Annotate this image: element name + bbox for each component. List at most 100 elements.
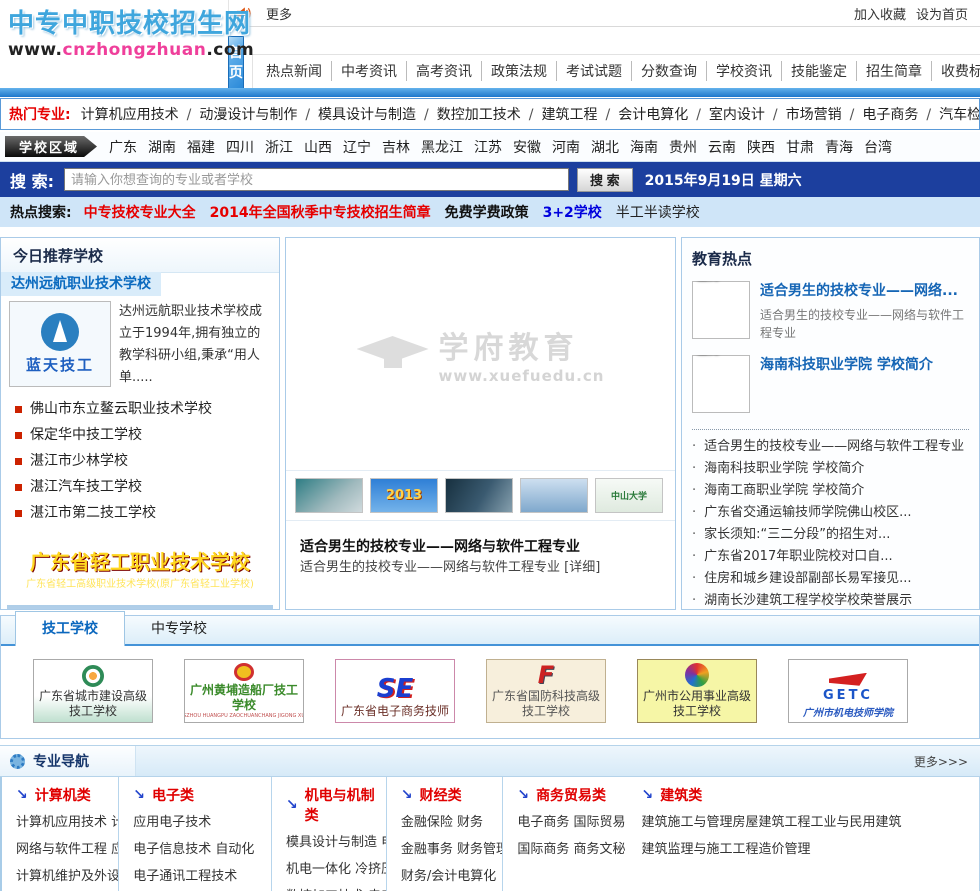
nav-item[interactable]: 政策法规 [481,61,556,81]
school-logo-card[interactable]: GETC 广州市机电技师学院 [788,659,908,723]
major-link[interactable]: 网络与软件工程 应用硬件与维护 [16,842,118,857]
school-logo-card[interactable]: 广东省城市建设高级技工学校 [33,659,153,723]
school-logo-card[interactable]: F 广东省国防科技高级技工学校 [486,659,606,723]
school-logo-card[interactable]: 广州黄埔造船厂技工学校 GUANGZHOU HUANGPU ZAOCHUANCH… [184,659,304,723]
hot-major-link[interactable]: 动漫设计与制作 [179,107,298,123]
major-category-link[interactable]: 电子类 [152,785,194,805]
school-link[interactable]: 佛山市东立鳌云职业技术学校 [30,402,212,417]
hot-major-link[interactable]: 市场营销 [765,107,842,123]
region-link[interactable]: 黑龙江 [421,137,463,157]
region-link[interactable]: 广东 [109,137,137,157]
school-logo-card[interactable]: SE 广东省电子商务技师 [335,659,455,723]
hot-major-link[interactable]: 数控加工技术 [416,107,521,123]
hot-search-link[interactable]: 半工半读学校 [616,205,700,221]
hot-search-link[interactable]: 免费学费政策 [445,205,529,221]
carousel-thumb[interactable]: 2013 [370,478,438,513]
major-link[interactable]: 金融保险 财务 [401,815,483,830]
major-link[interactable]: 机电一体化 冷挤压技术 [286,862,386,877]
region-link[interactable]: 云南 [708,137,736,157]
hot-search-link[interactable]: 3+2学校 [543,205,602,221]
hot-major-link[interactable]: 会计电算化 [597,107,688,123]
more-majors-link[interactable]: 更多>>> [914,753,968,770]
major-link[interactable]: 建筑施工与管理 [641,815,732,830]
carousel-thumb[interactable]: 中山大学 [595,478,663,513]
major-link[interactable]: 金融事务 财务管理 [401,842,502,857]
hot-major-link[interactable]: 建筑工程 [521,107,598,123]
nav-item[interactable]: 学校资讯 [706,61,781,81]
school-link[interactable]: 湛江市少林学校 [30,454,128,469]
major-link[interactable]: 国际商务 商务文秘 [517,842,625,857]
more-link[interactable]: 更多 [266,4,292,23]
carousel-caption-title[interactable]: 适合男生的技校专业——网络与软件工程专业 [300,539,580,555]
region-link[interactable]: 贵州 [669,137,697,157]
carousel-thumb[interactable] [445,478,513,513]
major-link[interactable]: 电子通讯工程技术 [133,869,237,884]
major-category-link[interactable]: 商务贸易类 [536,785,606,805]
nav-item[interactable]: 招生简章 [856,61,931,81]
region-link[interactable]: 浙江 [265,137,293,157]
major-category-link[interactable]: 机电与机制类 [305,785,386,825]
region-link[interactable]: 湖北 [591,137,619,157]
carousel-thumb[interactable] [520,478,588,513]
news-link[interactable]: 广东省2017年职业院校对口自... [704,546,892,568]
news-link[interactable]: 适合男生的技校专业——网络与软件工程专业 [704,436,964,458]
hot-search-link[interactable]: 中专技校专业大全 [84,205,196,221]
tab-technical-schools[interactable]: 技工学校 [15,611,125,646]
major-category-link[interactable]: 财经类 [420,785,462,805]
news-link[interactable]: 海南科技职业学院 学校简介 [704,458,864,480]
carousel-image[interactable]: 学府教育 www.xuefuedu.cn [286,238,675,470]
major-category-link[interactable]: 建筑类 [660,785,702,805]
hot-major-link[interactable]: 室内设计 [688,107,765,123]
region-link[interactable]: 台湾 [864,137,892,157]
school-logo-card[interactable]: 广州市公用事业高级技工学校 [637,659,757,723]
nav-item[interactable]: 热点新闻 [257,61,331,81]
major-link[interactable]: 房屋建筑工程 [732,815,810,830]
nav-item[interactable]: 中考资讯 [331,61,406,81]
major-link[interactable]: 电子信息技术 自动化 [133,842,254,857]
banner-hunan-trade[interactable]: M 湖南省工业贸易学校 Hunan Province industry trad… [7,605,273,609]
region-link[interactable]: 吉林 [382,137,410,157]
school-logo-lantian[interactable]: 蓝天技工 [9,301,111,387]
hot-major-link[interactable]: 计算机应用技术 [81,107,179,123]
nav-item[interactable]: 分数查询 [631,61,706,81]
nav-item[interactable]: 技能鉴定 [781,61,856,81]
news-thumbnail[interactable]: 高考查分 [692,281,750,339]
region-link[interactable]: 四川 [226,137,254,157]
major-link[interactable]: 模具设计与制造 电梯安装与维修 [286,835,386,850]
school-link[interactable]: 保定华中技工学校 [30,428,142,443]
news-link[interactable]: 广东省交通运输技师学院佛山校区... [704,502,911,524]
major-link[interactable]: 计算机应用技术 计算机网络技术 [16,815,118,830]
search-button[interactable]: 搜 索 [576,167,633,192]
news-link[interactable]: 湖南长沙建筑工程学校学校荣誉展示 [704,590,912,609]
search-input[interactable] [63,168,569,191]
news-link[interactable]: 住房和城乡建设部副部长易军接见... [704,568,911,590]
site-logo[interactable]: 中专中职技校招生网 www.cnzhongzhuan.com [8,3,254,60]
region-link[interactable]: 山西 [304,137,332,157]
nav-item[interactable]: 考试试题 [556,61,631,81]
region-link[interactable]: 福建 [187,137,215,157]
banner-guangdong-qinggong[interactable]: 广东省轻工职业技术学校 广东省轻工高级职业技术学校(原广东省轻工业学校) [1,546,279,591]
news-title-link[interactable]: 适合男生的技校专业——网络... [760,281,969,301]
region-link[interactable]: 海南 [630,137,658,157]
tab-secondary-schools[interactable]: 中专学校 [125,612,233,644]
school-link[interactable]: 湛江市第二技工学校 [30,506,156,521]
major-category-link[interactable]: 计算机类 [35,785,91,805]
nav-item[interactable]: 收费标准 [931,61,980,81]
set-home-link[interactable]: 设为首页 [916,4,968,23]
region-link[interactable]: 安徽 [513,137,541,157]
hot-major-link[interactable]: 模具设计与制造 [297,107,416,123]
carousel-thumb[interactable] [295,478,363,513]
news-link[interactable]: 家长须知:“三二分段”的招生对... [704,524,890,546]
detail-link[interactable]: [详细] [564,560,600,575]
hot-major-link[interactable]: 电子商务 [842,107,919,123]
recommended-school-link[interactable]: 达州远航职业技术学校 [1,272,161,296]
major-link[interactable]: 应用电子技术 [133,815,211,830]
region-link[interactable]: 江苏 [474,137,502,157]
major-link[interactable]: 计算机维护及外设维修 [16,869,118,884]
hot-major-link[interactable]: 汽车检测与维修 [918,107,979,123]
nav-item[interactable]: 高考资讯 [406,61,481,81]
major-link[interactable]: 电子商务 国际贸易 [517,815,625,830]
major-link[interactable]: 财务/会计电算化 [401,869,496,884]
add-favorite-link[interactable]: 加入收藏 [854,4,906,23]
news-link[interactable]: 海南工商职业学院 学校简介 [704,480,864,502]
